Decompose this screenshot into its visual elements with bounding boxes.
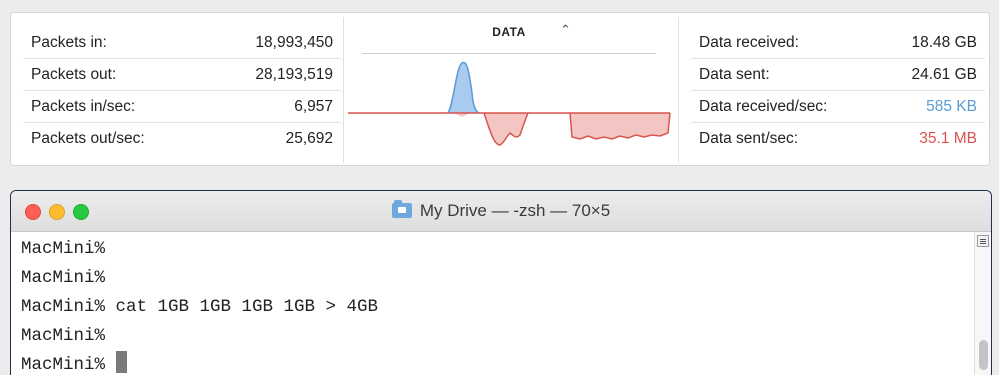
stat-value: 18.48 GB bbox=[911, 33, 978, 51]
stat-value: 35.1 MB bbox=[919, 130, 977, 147]
data-stats: Data received: 18.48 GB Data sent: 24.61… bbox=[691, 27, 985, 155]
stat-row-data-received: Data received: 18.48 GB bbox=[691, 27, 985, 59]
stat-row-packets-in-sec: Packets in/sec: 6,957 bbox=[23, 91, 341, 123]
network-stats-panel: Packets in: 18,993,450 Packets out: 28,1… bbox=[10, 12, 990, 166]
stat-row-packets-in: Packets in: 18,993,450 bbox=[23, 27, 341, 59]
stat-label: Data received: bbox=[699, 33, 799, 51]
stat-row-data-sent-sec: Data sent/sec: 35.1 MB bbox=[691, 123, 985, 155]
chevron-updown-icon: ⌃ bbox=[560, 22, 572, 37]
terminal-output[interactable]: MacMini% MacMini% MacMini% cat 1GB 1GB 1… bbox=[11, 232, 975, 375]
stat-value: 18,993,450 bbox=[255, 33, 333, 51]
terminal-line: MacMini% bbox=[21, 326, 106, 346]
stat-label: Data received/sec: bbox=[699, 97, 828, 115]
prompt-text: MacMini% bbox=[21, 355, 116, 375]
graph-mode-label: DATA bbox=[492, 25, 526, 39]
folder-icon bbox=[391, 200, 412, 218]
scrollbar[interactable] bbox=[974, 232, 991, 375]
stat-value: 585 KB bbox=[926, 97, 977, 115]
graph-mode-selector[interactable]: DATA ⌃ bbox=[362, 22, 656, 54]
network-graph: DATA ⌃ bbox=[344, 13, 678, 167]
window-title-text: My Drive — -zsh — 70×5 bbox=[419, 201, 611, 220]
stat-label: Data sent: bbox=[699, 65, 770, 83]
stat-label: Packets in/sec: bbox=[31, 97, 136, 115]
stat-row-packets-out: Packets out: 28,193,519 bbox=[23, 59, 341, 91]
stat-value: 24.61 GB bbox=[911, 65, 978, 83]
stat-row-data-sent: Data sent: 24.61 GB bbox=[691, 59, 985, 91]
terminal-line: MacMini% cat 1GB 1GB 1GB 1GB > 4GB bbox=[21, 297, 379, 317]
stat-label: Packets in: bbox=[31, 33, 107, 51]
stat-row-packets-out-sec: Packets out/sec: 25,692 bbox=[23, 123, 341, 155]
text-cursor bbox=[115, 351, 127, 373]
window-title: My Drive — -zsh — 70×5 bbox=[11, 191, 991, 231]
network-graph-svg bbox=[348, 61, 671, 146]
terminal-window: My Drive — -zsh — 70×5 MacMini% MacMini%… bbox=[10, 190, 992, 375]
scroll-menu-icon[interactable] bbox=[977, 235, 989, 247]
scrollbar-thumb[interactable] bbox=[979, 340, 988, 370]
terminal-prompt-line[interactable]: MacMini% bbox=[21, 351, 975, 375]
stat-label: Data sent/sec: bbox=[699, 130, 799, 147]
divider bbox=[678, 17, 679, 163]
stat-label: Packets out: bbox=[31, 65, 117, 83]
terminal-line: MacMini% bbox=[21, 239, 106, 259]
stat-value: 6,957 bbox=[294, 97, 333, 115]
terminal-line: MacMini% bbox=[21, 268, 106, 288]
stat-value: 28,193,519 bbox=[255, 65, 333, 83]
stat-label: Packets out/sec: bbox=[31, 130, 145, 147]
terminal-titlebar[interactable]: My Drive — -zsh — 70×5 bbox=[11, 191, 991, 232]
stat-value: 25,692 bbox=[285, 130, 333, 147]
stat-row-data-received-sec: Data received/sec: 585 KB bbox=[691, 91, 985, 123]
packet-stats: Packets in: 18,993,450 Packets out: 28,1… bbox=[23, 27, 341, 155]
